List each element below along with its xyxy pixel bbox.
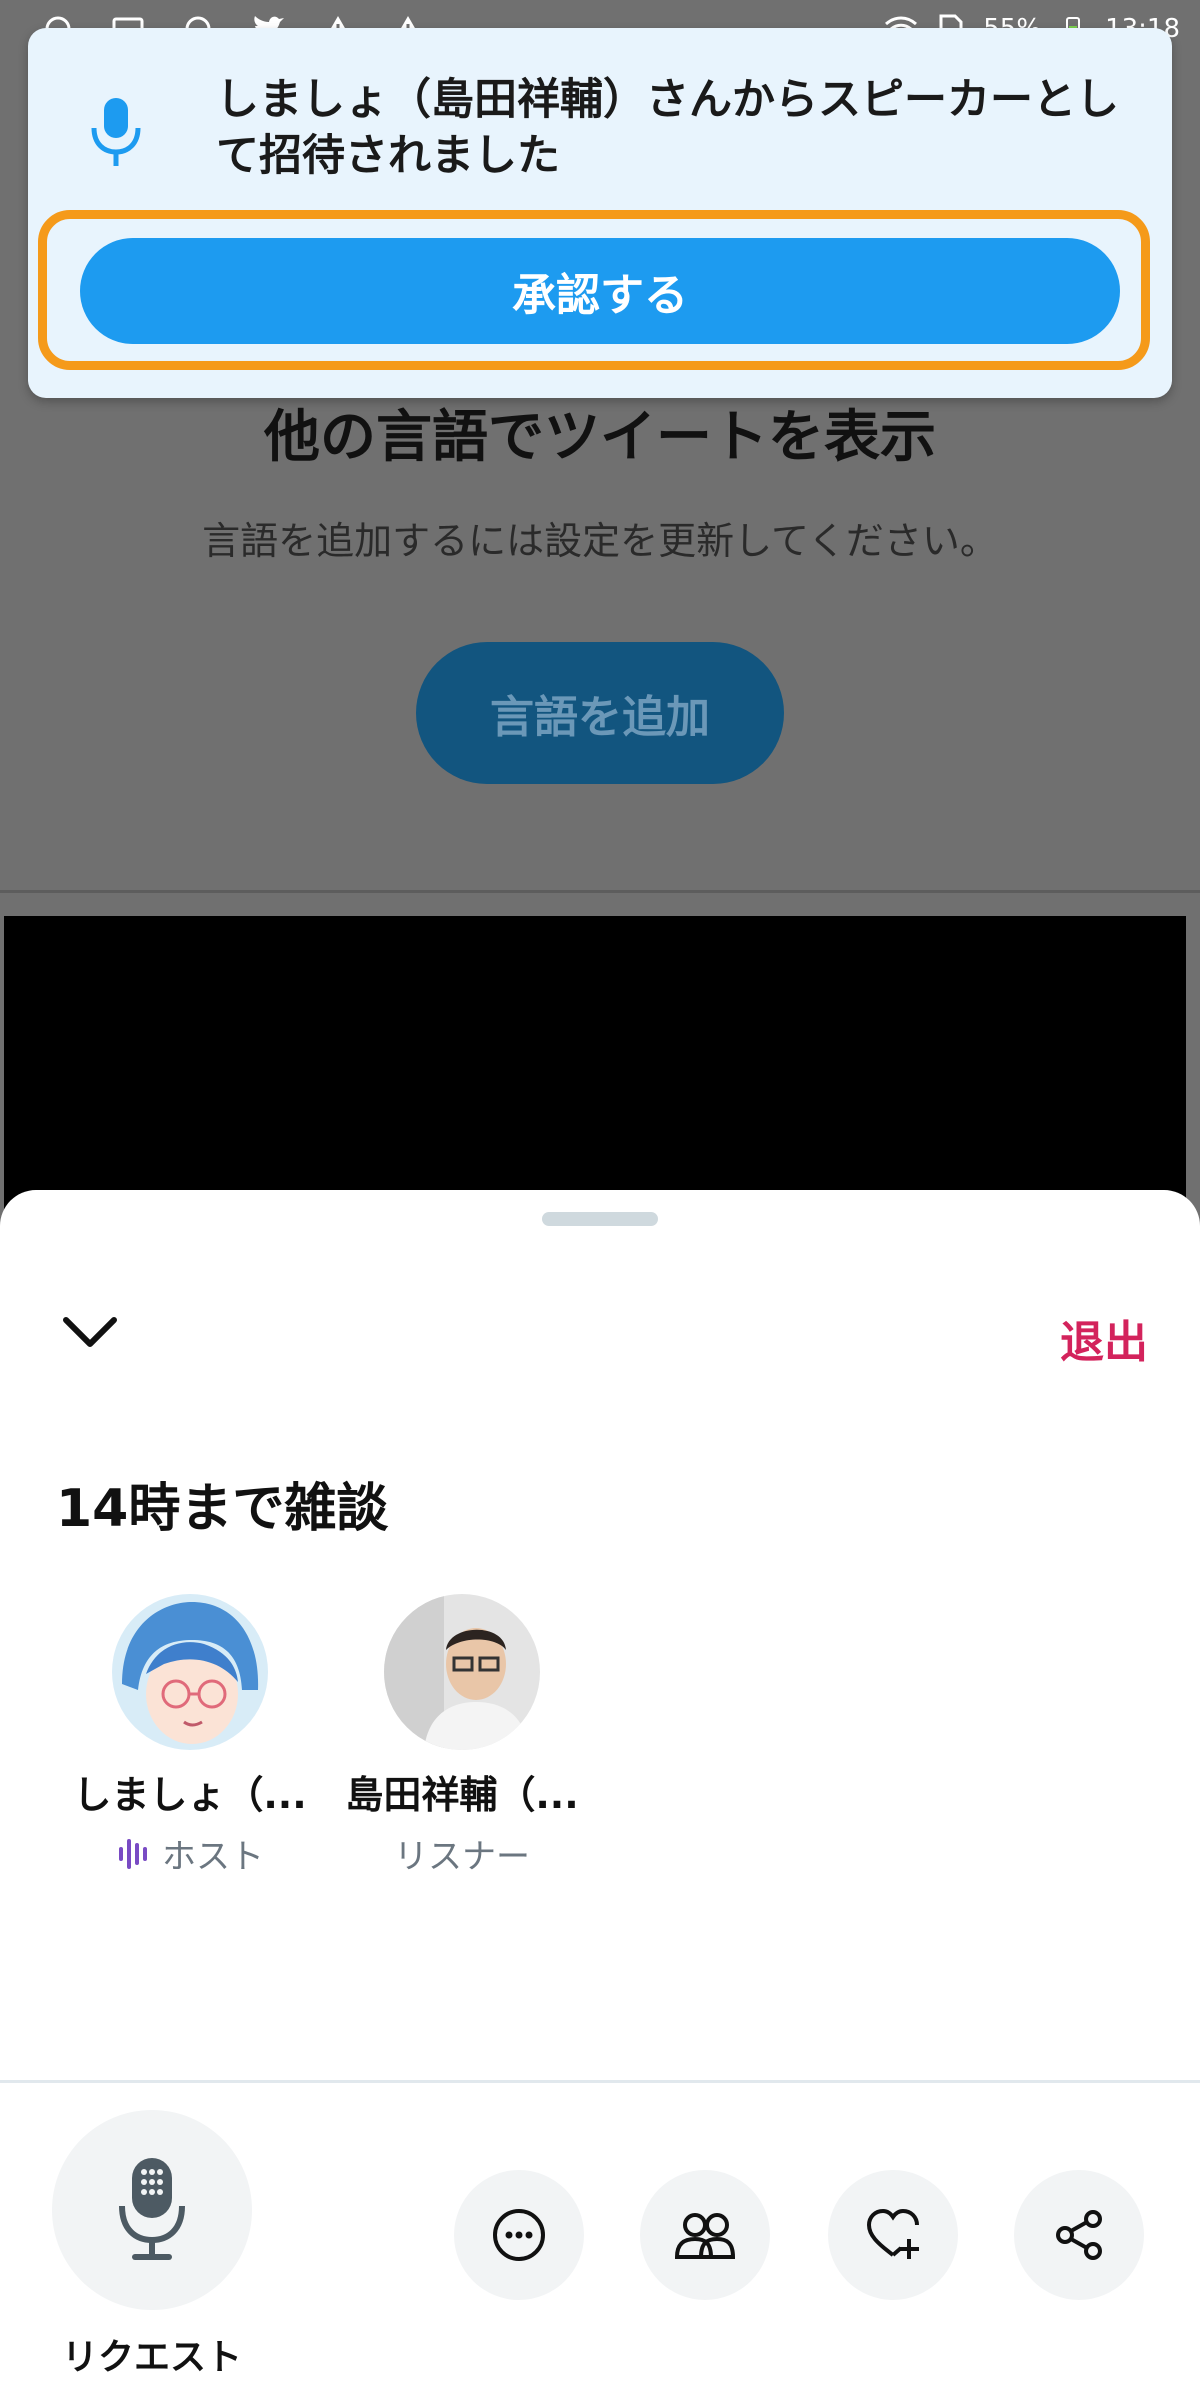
- participant-name: しましょ（...: [73, 1773, 307, 1817]
- avatar: [112, 1594, 268, 1750]
- leave-button[interactable]: 退出: [1060, 1306, 1148, 1370]
- avatar: [384, 1594, 540, 1750]
- chevron-down-icon[interactable]: [60, 1308, 120, 1358]
- add-language-button[interactable]: 言語を追加: [416, 642, 784, 784]
- drag-handle[interactable]: [542, 1212, 658, 1226]
- request-label: リクエスト: [61, 2337, 242, 2378]
- microphone-icon: [119, 2158, 185, 2260]
- language-subtext: 言語を追加するには設定を更新してください。: [202, 519, 998, 563]
- role-label: リスナー: [394, 1837, 530, 1877]
- spaces-sheet: 退出 14時まで雑談 しましょ（... ホスト 島田祥輔（... リスナー リク…: [0, 1190, 1200, 2400]
- space-title: 14時まで雑談: [56, 1479, 389, 1539]
- participants-button[interactable]: [640, 2170, 770, 2300]
- participant-name: 島田祥輔（...: [345, 1773, 579, 1817]
- media-area: [4, 916, 1186, 1216]
- more-icon: [493, 2209, 545, 2261]
- share-button[interactable]: [1014, 2170, 1144, 2300]
- divider: [0, 2080, 1200, 2083]
- microphone-icon: [91, 98, 141, 166]
- participant-role: ホスト: [50, 1829, 330, 1878]
- language-heading: 他の言語でツイートを表示: [264, 405, 936, 470]
- participant-listener[interactable]: 島田祥輔（... リスナー: [322, 1594, 602, 1878]
- speaker-invite-notification[interactable]: しましょ（島田祥輔）さんからスピーカーとして招待されました 承認する: [28, 28, 1172, 398]
- divider: [0, 890, 1200, 893]
- react-button[interactable]: [828, 2170, 958, 2300]
- more-button[interactable]: [454, 2170, 584, 2300]
- people-icon: [674, 2213, 736, 2259]
- request-button[interactable]: [52, 2110, 252, 2310]
- role-label: ホスト: [162, 1837, 264, 1877]
- participant-role: リスナー: [322, 1829, 602, 1878]
- share-icon: [1056, 2210, 1102, 2260]
- accept-button[interactable]: 承認する: [80, 238, 1120, 344]
- notification-message: しましょ（島田祥輔）さんからスピーカーとして招待されました: [216, 75, 1119, 181]
- participant-host[interactable]: しましょ（... ホスト: [50, 1594, 330, 1878]
- speaking-bars-icon: [119, 1838, 147, 1869]
- heart-plus-icon: [866, 2208, 919, 2259]
